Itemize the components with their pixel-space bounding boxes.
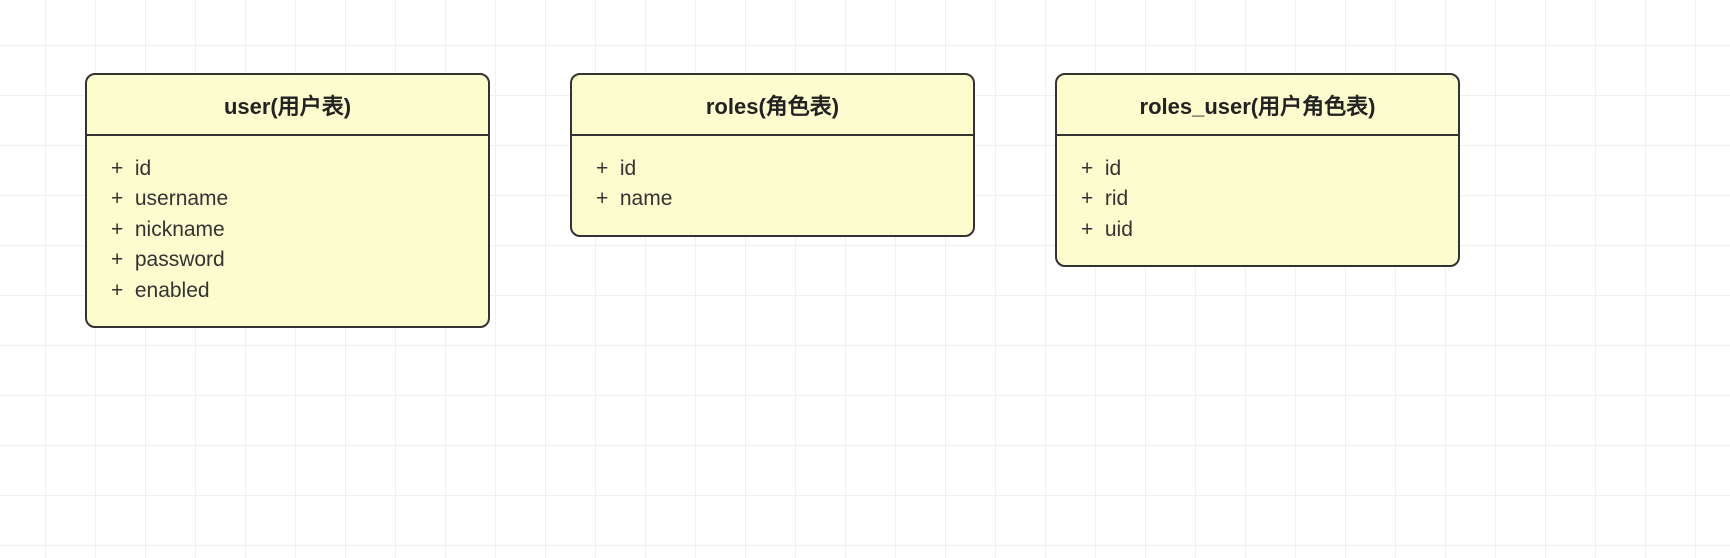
entity-roles-fields: + id + name [572, 136, 973, 235]
field-name: password [135, 248, 225, 271]
field-name: id [1105, 157, 1121, 180]
entity-roles-title: roles(角色表) [572, 75, 973, 136]
entity-user-fields: + id + username + nickname + password + … [87, 136, 488, 326]
field-prefix: + [111, 215, 129, 245]
entity-user-title: user(用户表) [87, 75, 488, 136]
field-row: + id [1081, 154, 1434, 184]
field-row: + password [111, 245, 464, 275]
field-prefix: + [596, 184, 614, 214]
entity-roles-user: roles_user(用户角色表) + id + rid + uid [1055, 73, 1460, 267]
field-row: + id [111, 154, 464, 184]
field-row: + name [596, 184, 949, 214]
field-prefix: + [111, 245, 129, 275]
entity-roles-user-fields: + id + rid + uid [1057, 136, 1458, 265]
entity-user: user(用户表) + id + username + nickname + p… [85, 73, 490, 328]
field-prefix: + [111, 276, 129, 306]
field-name: id [135, 157, 151, 180]
field-prefix: + [1081, 154, 1099, 184]
field-row: + enabled [111, 276, 464, 306]
field-row: + nickname [111, 215, 464, 245]
field-name: name [620, 187, 673, 210]
field-name: id [620, 157, 636, 180]
field-prefix: + [596, 154, 614, 184]
entity-roles: roles(角色表) + id + name [570, 73, 975, 237]
field-prefix: + [1081, 215, 1099, 245]
field-row: + rid [1081, 184, 1434, 214]
field-row: + username [111, 184, 464, 214]
field-prefix: + [111, 184, 129, 214]
field-prefix: + [1081, 184, 1099, 214]
field-name: rid [1105, 187, 1128, 210]
field-name: nickname [135, 218, 225, 241]
field-name: enabled [135, 279, 210, 302]
field-name: uid [1105, 218, 1133, 241]
field-row: + uid [1081, 215, 1434, 245]
field-name: username [135, 187, 228, 210]
field-row: + id [596, 154, 949, 184]
entity-roles-user-title: roles_user(用户角色表) [1057, 75, 1458, 136]
field-prefix: + [111, 154, 129, 184]
